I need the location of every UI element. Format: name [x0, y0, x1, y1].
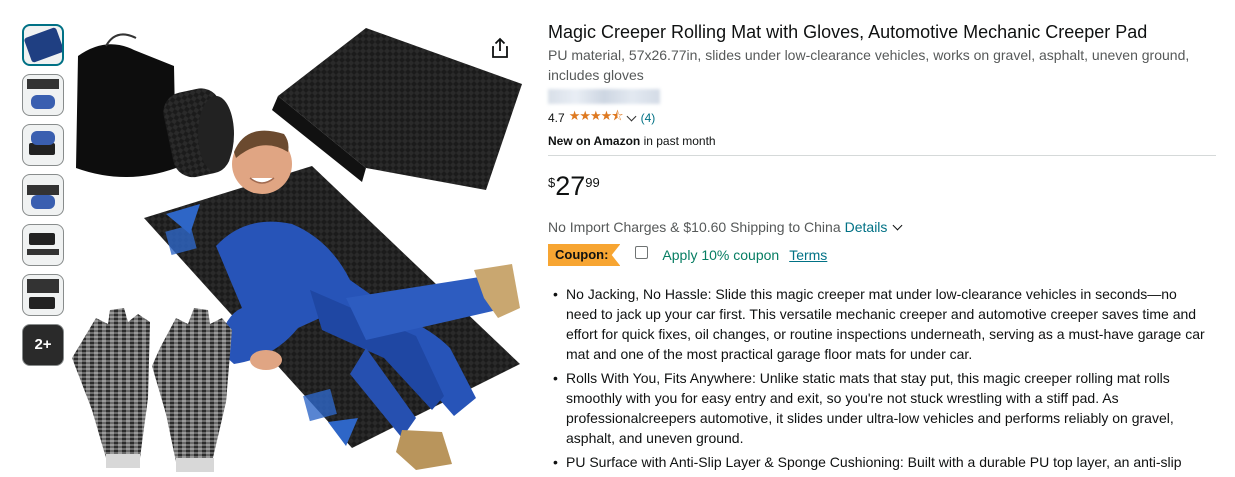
- product-title: Magic Creeper Rolling Mat with Gloves, A…: [548, 22, 1148, 42]
- details-chevron-icon[interactable]: [892, 220, 903, 231]
- chevron-down-icon[interactable]: [626, 111, 637, 122]
- rating-row[interactable]: 4.7 ★★★★⯪ (4): [548, 107, 1216, 129]
- coupon-row: Coupon: Apply 10% coupon Terms: [548, 244, 1216, 266]
- thumbnail-5[interactable]: [22, 224, 64, 266]
- price: $ 27 99: [548, 172, 1216, 200]
- thumbnail-1[interactable]: [22, 24, 64, 66]
- coupon-badge: Coupon:: [548, 244, 621, 266]
- coupon-text[interactable]: Apply 10% coupon: [662, 247, 779, 263]
- product-photo: [72, 28, 522, 472]
- feature-bullets: No Jacking, No Hassle: Slide this magic …: [548, 284, 1216, 477]
- price-symbol: $: [548, 175, 556, 190]
- new-suffix: in past month: [640, 134, 716, 148]
- product-info: Magic Creeper Rolling Mat with Gloves, A…: [548, 20, 1216, 477]
- more-images-label: 2+: [34, 336, 52, 353]
- feature-bullet: No Jacking, No Hassle: Slide this magic …: [548, 284, 1208, 364]
- price-fraction: 99: [585, 175, 600, 190]
- new-label: New on Amazon: [548, 134, 641, 148]
- coupon-terms-link[interactable]: Terms: [789, 247, 827, 263]
- rating-value: 4.7: [548, 111, 565, 125]
- thumbnail-6[interactable]: [22, 274, 64, 316]
- review-count-link[interactable]: (4): [641, 111, 656, 125]
- share-icon[interactable]: [488, 36, 512, 60]
- feature-bullet: PU Surface with Anti-Slip Layer & Sponge…: [548, 452, 1208, 477]
- divider: [548, 155, 1216, 156]
- thumbnail-3[interactable]: [22, 124, 64, 166]
- shipping-text: No Import Charges & $10.60 Shipping to C…: [548, 219, 841, 235]
- thumbnail-2[interactable]: [22, 74, 64, 116]
- feature-bullet: Rolls With You, Fits Anywhere: Unlike st…: [548, 368, 1208, 448]
- product-subtitle: PU material, 57x26.77in, slides under lo…: [548, 47, 1190, 83]
- price-whole: 27: [555, 171, 586, 201]
- thumbnail-4[interactable]: [22, 174, 64, 216]
- star-rating-icon[interactable]: ★★★★⯪: [569, 107, 624, 129]
- more-images-thumbnail[interactable]: 2+: [22, 324, 64, 366]
- coupon-checkbox[interactable]: [635, 245, 649, 259]
- shipping-info: No Import Charges & $10.60 Shipping to C…: [548, 219, 1216, 235]
- blurred-store-link: [548, 89, 660, 104]
- new-on-amazon: New on Amazon in past month: [548, 133, 1216, 149]
- main-product-image[interactable]: [66, 18, 526, 477]
- thumbnail-list: 2+: [22, 24, 66, 374]
- details-link[interactable]: Details: [845, 219, 888, 235]
